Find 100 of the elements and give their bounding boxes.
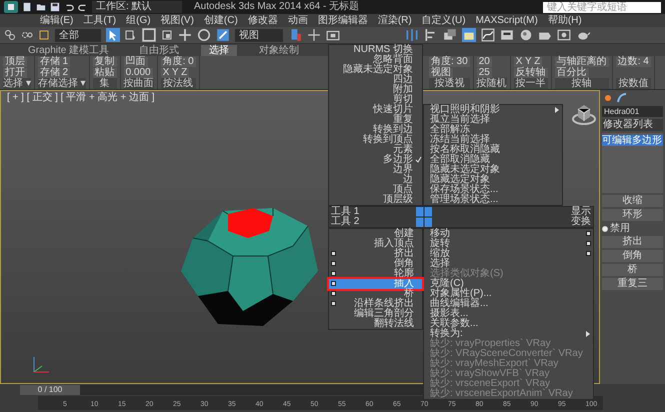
ribbon-control[interactable]: 角度: 30 [429,57,470,67]
menu-item[interactable]: 视口照明和阴影 [424,105,562,115]
menu-item[interactable]: 轮廓 [329,269,422,279]
menu-item[interactable]: 视图(V) [160,14,194,26]
menu-item[interactable]: 隐藏未选定对象 [329,65,422,75]
curve-editor-icon[interactable] [481,28,495,42]
menu-item[interactable]: 桥 [329,289,422,299]
menu-item[interactable]: 顶层级 [329,195,422,205]
ribbon-control[interactable]: 百分比 [554,68,589,78]
save-icon[interactable] [50,2,60,12]
settings-box-icon[interactable] [586,241,591,246]
menu-item[interactable]: 冻结当前选择 [424,135,562,145]
viewport-label[interactable]: [ + ] [ 正交 ] [ 平滑 + 高光 + 边面 ] [7,92,155,103]
panel-button[interactable]: 重复三 [602,278,663,290]
move-icon[interactable] [178,28,192,42]
ribbon-control[interactable]: 打开 [3,68,27,78]
menu-item[interactable]: 关联参数... [424,319,593,329]
settings-box-icon[interactable] [331,281,336,286]
schematic-view-icon[interactable] [500,28,514,42]
settings-box-icon[interactable] [331,301,336,306]
menu-item[interactable]: 翻转法线 [329,319,422,329]
menu-item[interactable]: 倒角 [329,259,422,269]
new-file-icon[interactable] [22,2,32,12]
panel-button[interactable]: 倒角 [602,250,663,262]
menu-item[interactable]: 编辑三角剖分 [329,309,422,319]
menu-item[interactable]: 自定义(U) [422,14,466,26]
mirror-icon[interactable] [405,28,419,42]
ribbon-control[interactable]: 边数: 4 [616,57,651,67]
select-object-icon[interactable] [106,28,120,42]
menu-item[interactable]: 摄影表... [424,309,593,319]
menu-item[interactable]: 沿样条线挤出 [329,299,422,309]
redo-icon[interactable] [78,2,88,12]
menu-item[interactable]: 缩放 [424,249,593,259]
ribbon-control[interactable]: 与轴距离的 [554,57,609,67]
menu-item[interactable]: 修改器 [248,14,278,26]
settings-box-icon[interactable] [586,251,591,256]
menu-item[interactable]: 创建(C) [204,14,238,26]
menu-item[interactable]: 帮助(H) [548,14,582,26]
rectangle-select-icon[interactable] [142,28,156,42]
menu-item[interactable]: 四边 [329,75,422,85]
ribbon-tab[interactable]: 选择 [201,45,238,56]
menu-item[interactable]: 边界 [329,165,422,175]
menu-item[interactable]: 孤立当前选择 [424,115,562,125]
link-icon[interactable] [4,29,16,41]
menu-item[interactable]: 曲线编辑器... [424,299,593,309]
menu-item[interactable]: 克隆(C) [424,279,593,289]
menu-item[interactable]: 动画 [288,14,308,26]
menu-item[interactable]: 创建 [329,229,422,239]
create-tab-icon[interactable] [602,92,614,104]
open-folder-icon[interactable] [36,2,46,12]
menu-item[interactable]: 挤出 [329,249,422,259]
ribbon-tab[interactable]: Graphite 建模工具 [20,45,118,56]
panel-button[interactable]: 挤出 [602,236,663,248]
settings-box-icon[interactable] [331,291,336,296]
panel-button[interactable]: 桥 [602,264,663,276]
ribbon-control[interactable]: 粘贴 [92,68,117,78]
menu-item[interactable]: 转换为: [424,329,593,339]
menu-item[interactable]: 保存场景状态... [424,185,562,195]
settings-box-icon[interactable] [331,271,336,276]
coordinate-dropdown[interactable]: 视图 [235,28,283,42]
select-by-name-icon[interactable] [125,29,137,41]
time-slider-thumb[interactable]: 0 / 100 [20,385,80,395]
settings-box-icon[interactable] [331,261,336,266]
ribbon-control[interactable]: 反转轴 [514,68,548,78]
workspace-dropdown[interactable]: 工作区: 默认 [92,1,182,13]
menu-item[interactable]: 选择 [424,259,593,269]
settings-box-icon[interactable] [586,231,591,236]
menu-item[interactable]: 重复 [329,115,422,125]
manipulate-icon[interactable] [307,28,321,42]
rendered-frame-icon[interactable] [557,28,571,42]
settings-box-icon[interactable] [331,251,336,256]
ribbon-control[interactable]: 视图 [429,68,453,78]
menu-item[interactable]: 顶点 [329,185,422,195]
menu-item[interactable]: 多边形 [329,155,422,165]
ribbon-control[interactable]: 角度: 0 [160,57,196,67]
menu-item[interactable]: 忽略背面 [329,55,422,65]
menu-item[interactable]: 插入顶点 [329,239,422,249]
undo-icon[interactable] [64,2,74,12]
object-name-field[interactable]: Hedra001 [602,106,663,117]
window-crossing-icon[interactable] [161,29,173,41]
unlink-icon[interactable] [21,29,33,41]
modifier-list-dropdown[interactable]: 修改器列表 [602,119,663,131]
ribbon-control[interactable]: 存储 1 [38,57,70,67]
selection-filter-dropdown[interactable]: 全部 [55,28,101,42]
menu-item[interactable]: 对象属性(P)... [424,289,593,299]
modify-tab-icon[interactable] [616,92,628,104]
scale-icon[interactable] [216,28,230,42]
menu-item[interactable]: 工具(T) [83,14,116,26]
material-editor-icon[interactable] [519,28,533,42]
menu-item[interactable]: 管理场景状态... [424,195,562,205]
menu-item[interactable]: 移动 [424,229,593,239]
menu-item[interactable]: 转换到边 [329,125,422,135]
ribbon-control[interactable]: 存储 2 [38,68,70,78]
radio-button[interactable] [602,226,608,232]
menu-item[interactable]: 转换到顶点 [329,135,422,145]
layer-icon[interactable] [443,28,457,42]
ribbon-tab[interactable]: 对象绘制 [251,45,308,56]
menu-item[interactable]: 剪切 [329,95,422,105]
menu-item[interactable]: 隐藏未选定对象 [424,165,562,175]
menu-item[interactable]: 隐藏选定对象 [424,175,562,185]
